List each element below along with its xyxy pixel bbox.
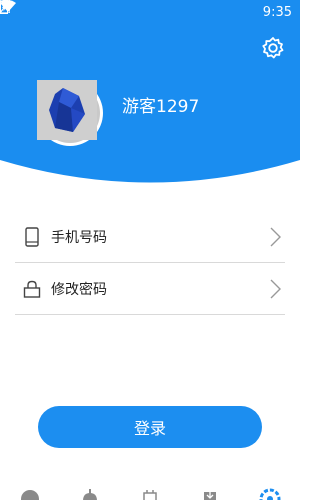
- profile-header: 9:35 游客1297: [0, 0, 300, 195]
- status-time: 9:35: [262, 4, 292, 20]
- menu-item-label: 修改密码: [51, 281, 107, 298]
- avatar[interactable]: [37, 80, 103, 146]
- bottom-tab-bar: [0, 486, 300, 500]
- menu-item-phone[interactable]: 手机号码: [15, 211, 285, 263]
- login-button[interactable]: 登录: [38, 406, 262, 448]
- tab-download[interactable]: [199, 486, 221, 500]
- tab-home[interactable]: [19, 486, 41, 500]
- game-icon: [79, 486, 101, 500]
- menu-item-password[interactable]: 修改密码: [15, 263, 285, 315]
- tab-gift[interactable]: [139, 486, 161, 500]
- download-icon: [199, 486, 221, 500]
- avatar-image: [37, 80, 100, 143]
- home-icon: [19, 486, 41, 500]
- tab-game[interactable]: [79, 486, 101, 500]
- lock-icon: [21, 278, 43, 300]
- username: 游客1297: [122, 97, 200, 117]
- chevron-right-icon: [267, 226, 283, 248]
- settings-icon: [259, 486, 281, 500]
- tab-settings[interactable]: [259, 486, 281, 500]
- phone-icon: [21, 226, 43, 248]
- chevron-right-icon: [267, 278, 283, 300]
- menu-item-label: 手机号码: [51, 229, 107, 246]
- status-bar: 9:35: [0, 0, 300, 24]
- settings-button[interactable]: [261, 36, 287, 62]
- gift-icon: [139, 486, 161, 500]
